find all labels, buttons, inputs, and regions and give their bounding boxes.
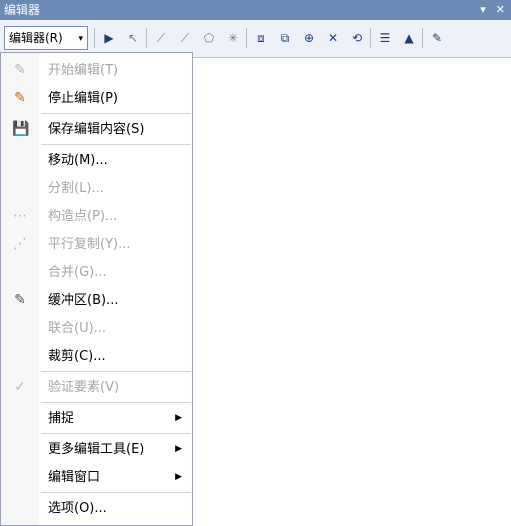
editor-menu-button[interactable]: 编辑器(R) ▾ xyxy=(4,26,88,50)
dropdown-icon[interactable]: ▾ xyxy=(480,0,486,20)
menu-item-merge[interactable]: 合并(G)... xyxy=(1,259,192,286)
copy-parallel-icon: ⋰ xyxy=(13,236,27,252)
menu-item-more-editing-tools[interactable]: 更多编辑工具(E) ▶ xyxy=(1,436,192,463)
menu-separator xyxy=(41,113,191,114)
create-features-icon[interactable]: ✎ xyxy=(428,29,446,47)
editor-menu-label: 编辑器(R) xyxy=(9,31,63,45)
validate-icon: ✓ xyxy=(14,379,26,395)
menu-separator xyxy=(41,402,191,403)
menu-item-clip[interactable]: 裁剪(C)... xyxy=(1,343,192,370)
straight-segment-icon[interactable]: ⟋ xyxy=(152,29,170,47)
rotate-tool-icon[interactable]: ⟲ xyxy=(348,29,366,47)
submenu-arrow-icon: ▶ xyxy=(175,472,182,482)
toolbar-separator xyxy=(246,28,247,48)
menu-item-label: 编辑窗口 xyxy=(48,470,101,485)
pencil-icon: ✎ xyxy=(14,90,26,106)
toolbar-separator xyxy=(370,28,371,48)
menu-item-start-editing[interactable]: ✎ 开始编辑(T) xyxy=(1,57,192,84)
menu-item-label: 停止编辑(P) xyxy=(48,91,118,106)
menu-item-label: 分割(L)... xyxy=(48,181,104,196)
menu-item-label: 保存编辑内容(S) xyxy=(48,122,145,137)
menu-item-label: 裁剪(C)... xyxy=(48,349,106,364)
cut-polygons-icon[interactable]: ⊕ xyxy=(300,29,318,47)
toolbar-separator xyxy=(422,28,423,48)
menu-item-editing-windows[interactable]: 编辑窗口 ▶ xyxy=(1,464,192,491)
point-tool-icon[interactable]: ✳ xyxy=(224,29,242,47)
submenu-arrow-icon: ▶ xyxy=(175,444,182,454)
menu-item-label: 合并(G)... xyxy=(48,265,107,280)
menu-item-label: 构造点(P)... xyxy=(48,209,118,224)
menu-item-save-edits[interactable]: 💾 保存编辑内容(S) xyxy=(1,116,192,143)
menu-separator xyxy=(41,433,191,434)
end-point-arc-icon[interactable]: ⟋ xyxy=(176,29,194,47)
toolbar-separator xyxy=(146,28,147,48)
menu-item-label: 开始编辑(T) xyxy=(48,63,119,78)
menu-item-snapping[interactable]: 捕捉 ▶ xyxy=(1,405,192,432)
menu-item-move[interactable]: 移动(M)... xyxy=(1,147,192,174)
menu-item-label: 联合(U)... xyxy=(48,321,107,336)
menu-item-label: 捕捉 xyxy=(48,411,75,426)
save-icon: 💾 xyxy=(12,121,30,137)
edit-annotation-tool-icon[interactable]: ↖ xyxy=(124,29,142,47)
menu-item-label: 更多编辑工具(E) xyxy=(48,442,145,457)
menu-item-construct-points[interactable]: ⋯ 构造点(P)... xyxy=(1,203,192,230)
menu-item-label: 缓冲区(B)... xyxy=(48,293,119,308)
construct-points-icon: ⋯ xyxy=(13,208,27,224)
menu-item-copy-parallel[interactable]: ⋰ 平行复制(Y)... xyxy=(1,231,192,258)
menu-item-validate-features[interactable]: ✓ 验证要素(V) xyxy=(1,374,192,401)
sketch-properties-icon[interactable]: ▲ xyxy=(400,29,418,47)
toolbar-separator xyxy=(94,28,95,48)
edit-tool-icon[interactable]: ▶ xyxy=(100,29,118,47)
menu-item-label: 选项(O)... xyxy=(48,501,107,516)
buffer-icon: ✎ xyxy=(14,292,26,308)
menu-item-label: 移动(M)... xyxy=(48,153,108,168)
menu-item-label: 验证要素(V) xyxy=(48,380,120,395)
menu-separator xyxy=(41,492,191,493)
menu-item-union[interactable]: 联合(U)... xyxy=(1,315,192,342)
menu-item-buffer[interactable]: ✎ 缓冲区(B)... xyxy=(1,287,192,314)
edit-vertices-icon[interactable]: ⧈ xyxy=(252,29,270,47)
submenu-arrow-icon: ▶ xyxy=(175,413,182,423)
window-title: 编辑器 xyxy=(4,3,41,17)
menu-item-split[interactable]: 分割(L)... xyxy=(1,175,192,202)
reshape-feature-icon[interactable]: ⧉ xyxy=(276,29,294,47)
menu-item-label: 平行复制(Y)... xyxy=(48,237,131,252)
menu-separator xyxy=(41,371,191,372)
editor-dropdown-menu: ✎ 开始编辑(T) ✎ 停止编辑(P) 💾 保存编辑内容(S) 移动(M)...… xyxy=(0,52,193,526)
trace-tool-icon[interactable]: ⬠ xyxy=(200,29,218,47)
split-tool-icon[interactable]: ✕ xyxy=(324,29,342,47)
pencil-icon: ✎ xyxy=(14,62,26,78)
menu-separator xyxy=(41,144,191,145)
window-titlebar: 编辑器 ▾ ✕ xyxy=(0,0,511,20)
close-icon[interactable]: ✕ xyxy=(496,0,505,20)
attributes-icon[interactable]: ☰ xyxy=(376,29,394,47)
chevron-down-icon: ▾ xyxy=(78,34,83,44)
menu-item-stop-editing[interactable]: ✎ 停止编辑(P) xyxy=(1,85,192,112)
menu-item-options[interactable]: 选项(O)... xyxy=(1,495,192,522)
